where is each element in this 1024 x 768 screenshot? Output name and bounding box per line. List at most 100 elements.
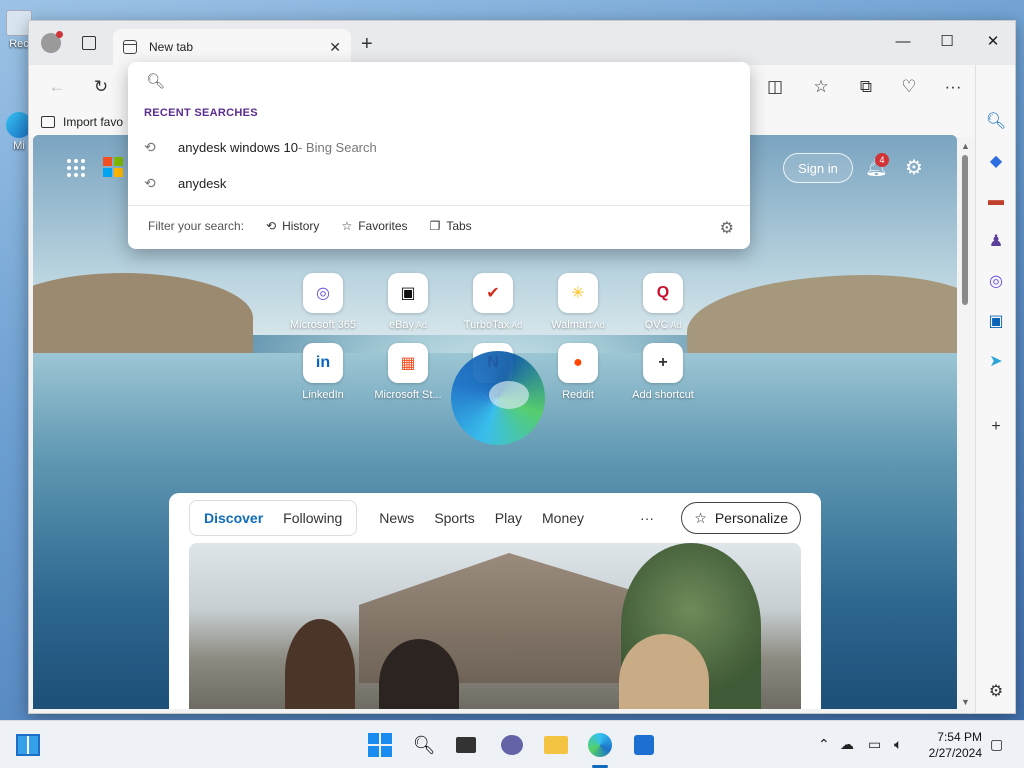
- filter-favorites-button[interactable]: ☆ Favorites: [341, 219, 407, 233]
- sign-in-button[interactable]: Sign in: [783, 153, 853, 183]
- sidebar-microsoft365-button[interactable]: ◎: [984, 269, 1008, 293]
- file-explorer-button[interactable]: [542, 731, 570, 759]
- search-settings-gear-icon[interactable]: ⚙: [720, 218, 734, 238]
- settings-and-more-button[interactable]: ···: [941, 75, 965, 99]
- filter-tabs-label: Tabs: [446, 219, 472, 233]
- profile-button[interactable]: [39, 31, 63, 55]
- outlook-icon: ▣: [988, 313, 1004, 330]
- shortcut-tile[interactable]: ▣ eBay Ad: [368, 273, 448, 331]
- personalize-button[interactable]: ☆ Personalize: [681, 502, 801, 534]
- tab-new-tab[interactable]: New tab ✕: [113, 29, 351, 65]
- show-hidden-icons-chevron-icon[interactable]: ⌃: [818, 736, 830, 753]
- page-settings-gear-icon[interactable]: ⚙: [905, 155, 923, 180]
- sidebar-settings-button[interactable]: ⚙: [984, 679, 1008, 703]
- chess-piece-icon: ♟: [988, 233, 1004, 250]
- filter-history-button[interactable]: ⟲ History: [266, 219, 319, 233]
- edge-taskbar-button[interactable]: [586, 731, 614, 759]
- tab-play[interactable]: Play: [485, 510, 532, 526]
- browser-essentials-button[interactable]: ♡: [897, 75, 921, 99]
- store-button[interactable]: [630, 731, 658, 759]
- shortcut-icon: Q: [643, 273, 683, 313]
- sidebar-games-button[interactable]: ♟: [984, 229, 1008, 253]
- close-tab-icon[interactable]: ✕: [329, 39, 341, 56]
- teams-chat-button[interactable]: [498, 731, 526, 759]
- clock[interactable]: 7:54 PM 2/27/2024: [920, 729, 982, 761]
- scroll-down-arrow-icon[interactable]: ▼: [961, 697, 970, 707]
- scroll-up-arrow-icon[interactable]: ▲: [961, 141, 970, 151]
- page-scrollbar[interactable]: ▲ ▼: [959, 137, 971, 709]
- start-button[interactable]: [366, 731, 394, 759]
- shortcut-tile[interactable]: in LinkedIn: [283, 343, 363, 401]
- shortcut-tile[interactable]: ● Reddit: [538, 343, 618, 401]
- shortcut-tile[interactable]: ▦ Microsoft St...: [368, 343, 448, 401]
- tab-news[interactable]: News: [369, 510, 424, 526]
- recent-search-item[interactable]: ⟲ anydesk windows 10 - Bing Search: [128, 130, 750, 164]
- split-screen-button[interactable]: ◫: [763, 75, 787, 99]
- split-screen-icon: ◫: [766, 77, 784, 96]
- taskbar-search-button[interactable]: 🔍︎: [410, 731, 438, 759]
- maximize-button[interactable]: ☐: [925, 27, 969, 55]
- shortcut-label: QVC Ad: [623, 319, 703, 331]
- shortcut-label-text: Add shortcut: [632, 389, 694, 401]
- favorites-button[interactable]: ☆: [809, 75, 833, 99]
- tab-discover[interactable]: Discover: [194, 510, 273, 526]
- history-clock-icon: ⟲: [144, 174, 156, 191]
- sidebar-drop-button[interactable]: ➤: [984, 349, 1008, 373]
- task-view-button[interactable]: [452, 731, 480, 759]
- tab-actions-button[interactable]: [77, 31, 101, 55]
- shortcut-label: Add shortcut: [623, 389, 703, 401]
- back-button[interactable]: ←: [45, 75, 69, 99]
- paper-plane-icon: ➤: [989, 353, 1003, 370]
- sidebar-shopping-button[interactable]: ◆: [984, 149, 1008, 173]
- browser-window: New tab ✕ + — ☐ ✕ ← ↻ ◫ ☆ ⧉ ♡ ··· Import…: [28, 20, 1016, 714]
- clock-date: 2/27/2024: [928, 746, 982, 760]
- feed-more-button[interactable]: ···: [630, 510, 664, 526]
- cloud-offline-icon[interactable]: ☁: [840, 736, 854, 753]
- filter-history-label: History: [282, 219, 320, 233]
- shortcut-tile[interactable]: ✔ TurboTax Ad: [453, 273, 533, 331]
- shortcut-label-text: TurboTax: [463, 319, 510, 331]
- sidebar: 🔍︎ ◆ ▬ ♟ ◎ ▣ ➤ + ⚙: [975, 65, 1015, 713]
- new-tab-button[interactable]: +: [361, 33, 373, 56]
- feed-hero-image[interactable]: [189, 543, 801, 709]
- taskbar: 🔍︎ ⌃ ☁ ▭ 🔈︎ 7:54 PM 2/27/2024 ▢: [0, 720, 1024, 768]
- tab-sports[interactable]: Sports: [424, 510, 484, 526]
- shortcut-tile[interactable]: ✳ Walmart Ad: [538, 273, 618, 331]
- tab-following[interactable]: Following: [273, 510, 352, 526]
- notifications-icon[interactable]: ▢: [990, 736, 1003, 753]
- filter-tabs-button[interactable]: ❐ Tabs: [430, 219, 472, 233]
- search-filter-row: Filter your search: ⟲ History ☆ Favorites …: [148, 219, 472, 233]
- widgets-button[interactable]: [14, 731, 42, 759]
- ad-badge: Ad: [593, 320, 605, 330]
- ad-badge: Ad: [416, 320, 428, 330]
- recent-search-item[interactable]: ⟲ anydesk: [128, 166, 750, 200]
- microsoft-logo-icon: [103, 157, 123, 177]
- plus-icon: +: [361, 33, 373, 55]
- collections-button[interactable]: ⧉: [854, 75, 878, 99]
- import-favorites-label: Import favo: [63, 115, 124, 129]
- shortcut-icon: ✔: [473, 273, 513, 313]
- shortcut-tile[interactable]: Q QVC Ad: [623, 273, 703, 331]
- shortcut-tile[interactable]: ◎ Microsoft 365: [283, 273, 363, 331]
- volume-muted-icon[interactable]: 🔈︎: [894, 736, 902, 753]
- sidebar-outlook-button[interactable]: ▣: [984, 309, 1008, 333]
- sidebar-add-button[interactable]: +: [984, 415, 1008, 439]
- tabs-icon: ❐: [429, 219, 441, 233]
- close-window-button[interactable]: ✕: [971, 27, 1015, 55]
- minimize-button[interactable]: —: [881, 27, 925, 55]
- network-icon[interactable]: ▭: [868, 736, 881, 753]
- personalize-label: Personalize: [714, 510, 788, 526]
- app-launcher-icon[interactable]: [67, 159, 85, 177]
- sidebar-search-button[interactable]: 🔍︎: [984, 109, 1008, 133]
- dropdown-divider: [128, 205, 750, 206]
- shortcut-label-text: Microsoft 365: [289, 319, 357, 331]
- import-favorites-button[interactable]: Import favo: [41, 115, 123, 129]
- notification-badge: 4: [875, 153, 889, 167]
- tab-money[interactable]: Money: [532, 510, 594, 526]
- scrollbar-thumb[interactable]: [962, 155, 968, 305]
- shortcut-tile[interactable]: + Add shortcut: [623, 343, 703, 401]
- task-view-icon: [456, 737, 476, 753]
- sidebar-tools-button[interactable]: ▬: [984, 189, 1008, 213]
- refresh-button[interactable]: ↻: [89, 75, 113, 99]
- store-bag-icon: [634, 735, 654, 755]
